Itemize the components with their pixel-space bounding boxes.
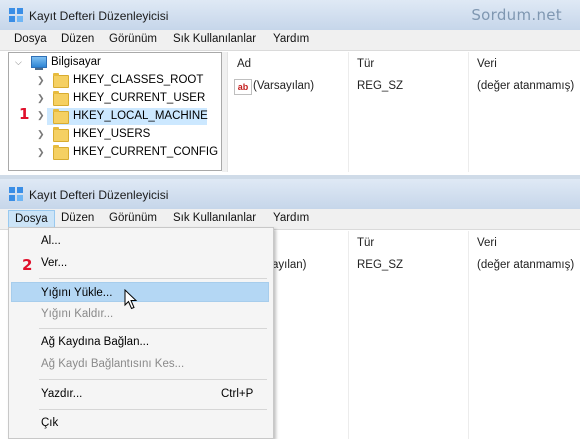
window-title: Kayıt Defteri Düzenleyicisi (29, 9, 169, 23)
menu-item-export[interactable]: Ver... (11, 253, 269, 273)
menu-view[interactable]: Görünüm (109, 212, 157, 224)
menu-favorites[interactable]: Sık Kullanılanlar (173, 212, 256, 224)
tree-node-hkcu[interactable]: ❯ HKEY_CURRENT_USER (13, 90, 213, 107)
folder-icon (53, 73, 69, 88)
value-type: REG_SZ (357, 80, 404, 92)
menu-file[interactable]: Dosya (14, 33, 47, 45)
regedit-icon (9, 187, 23, 201)
tree-node-hklm[interactable]: HKEY_LOCAL_MACHINE (47, 108, 208, 125)
menu-edit[interactable]: Düzen (61, 33, 94, 45)
menu-separator (39, 278, 267, 279)
tree-node-label: HKEY_CURRENT_CONFIG (73, 146, 219, 158)
menu-item-label: Ağ Kaydı Bağlantısını Kes... (41, 358, 185, 370)
key-tree: ⌵ Bilgisayar ❯ HKEY_CLASSES_ROOT ❯ HKEY_… (8, 52, 222, 171)
menu-item-import[interactable]: Al... (11, 231, 269, 251)
column-header-name[interactable]: Ad (237, 58, 251, 70)
menu-bar: Dosya Düzen Görünüm Sık Kullanılanlar Ya… (0, 30, 580, 51)
chevron-down-icon[interactable]: ⌵ (15, 54, 22, 71)
step-marker-2: 2 (22, 256, 33, 274)
folder-icon (53, 91, 69, 106)
folder-icon (53, 127, 69, 142)
menu-item-label: Yığını Yükle... (41, 287, 113, 299)
folder-icon (53, 145, 69, 160)
values-list: Tür Veri ayılan) REG_SZ (değer atanmamış… (227, 231, 580, 439)
tree-node-label: HKEY_LOCAL_MACHINE (73, 110, 208, 122)
menu-separator (39, 328, 267, 329)
tree-node-computer[interactable]: ⌵ Bilgisayar (13, 54, 213, 71)
menu-item-label: Ağ Kaydına Bağlan... (41, 336, 150, 348)
menu-item-label: Yazdır... (41, 388, 83, 400)
computer-icon (31, 56, 47, 70)
mouse-cursor-icon (124, 289, 138, 310)
menu-favorites[interactable]: Sık Kullanılanlar (173, 33, 256, 45)
menu-item-exit[interactable]: Çık (11, 413, 269, 433)
watermark-text: Sordum.net (471, 6, 562, 24)
menu-separator (39, 409, 267, 410)
menu-separator (39, 379, 267, 380)
value-name: ayılan) (272, 259, 307, 271)
menu-item-disconnect-network: Ağ Kaydı Bağlantısını Kes... (11, 354, 269, 374)
chevron-right-icon[interactable]: ❯ (37, 72, 45, 89)
menu-item-connect-network[interactable]: Ağ Kaydına Bağlan... (11, 332, 269, 352)
menu-item-load-hive[interactable]: Yığını Yükle... (11, 282, 269, 302)
menu-file-open[interactable]: Dosya (8, 210, 55, 228)
menu-item-label: Çık (41, 417, 59, 429)
chevron-right-icon[interactable]: ❯ (37, 110, 45, 121)
chevron-right-icon[interactable]: ❯ (37, 90, 45, 107)
folder-icon (53, 109, 69, 124)
chevron-right-icon[interactable]: ❯ (37, 126, 45, 143)
tree-node-label: HKEY_CURRENT_USER (73, 92, 206, 104)
menu-help[interactable]: Yardım (273, 33, 309, 45)
title-bar[interactable]: Kayıt Defteri Düzenleyicisi (0, 179, 580, 209)
column-divider[interactable] (468, 52, 469, 172)
value-name: (Varsayılan) (253, 80, 315, 92)
menu-help[interactable]: Yardım (273, 212, 309, 224)
tree-node-label: HKEY_USERS (73, 128, 151, 140)
column-header-data[interactable]: Veri (477, 58, 497, 70)
step-marker-1: 1 (19, 105, 30, 123)
value-data: (değer atanmamış) (477, 259, 575, 271)
menu-item-print[interactable]: Yazdır... Ctrl+P (11, 384, 269, 404)
menu-item-unload-hive: Yığını Kaldır... (11, 304, 269, 324)
string-value-icon: ab (234, 79, 252, 95)
tree-node-hku[interactable]: ❯ HKEY_USERS (13, 126, 213, 143)
title-bar[interactable]: Kayıt Defteri Düzenleyicisi Sordum.net (0, 0, 580, 30)
tree-node-label: Bilgisayar (51, 56, 101, 68)
chevron-right-icon[interactable]: ❯ (37, 144, 45, 161)
column-header-data[interactable]: Veri (477, 237, 497, 249)
menu-view[interactable]: Görünüm (109, 33, 157, 45)
value-data: (değer atanmamış) (477, 80, 575, 92)
tree-node-hkcr[interactable]: ❯ HKEY_CLASSES_ROOT (13, 72, 213, 89)
column-divider[interactable] (348, 52, 349, 172)
values-list: Ad Tür Veri ab (Varsayılan) REG_SZ (değe… (227, 52, 580, 172)
table-row[interactable]: ab (Varsayılan) REG_SZ (değer atanmamış) (228, 78, 580, 96)
file-menu-dropdown: Al... Ver... Yığını Yükle... Yığını Kald… (8, 227, 274, 439)
tree-node-label: HKEY_CLASSES_ROOT (73, 74, 204, 86)
window-title: Kayıt Defteri Düzenleyicisi (29, 188, 169, 202)
column-header-type[interactable]: Tür (357, 237, 374, 249)
menu-item-label: Ver... (41, 257, 68, 269)
menu-edit[interactable]: Düzen (61, 212, 94, 224)
menu-item-shortcut: Ctrl+P (221, 388, 254, 400)
regedit-icon (9, 8, 23, 22)
menu-item-label: Al... (41, 235, 61, 247)
registry-window-top: Kayıt Defteri Düzenleyicisi Sordum.net D… (0, 0, 580, 175)
column-header-type[interactable]: Tür (357, 58, 374, 70)
value-type: REG_SZ (357, 259, 404, 271)
menu-item-label: Yığını Kaldır... (41, 308, 114, 320)
tree-node-hkcc[interactable]: ❯ HKEY_CURRENT_CONFIG (13, 144, 218, 161)
table-row[interactable]: ayılan) REG_SZ (değer atanmamış) (228, 257, 580, 275)
